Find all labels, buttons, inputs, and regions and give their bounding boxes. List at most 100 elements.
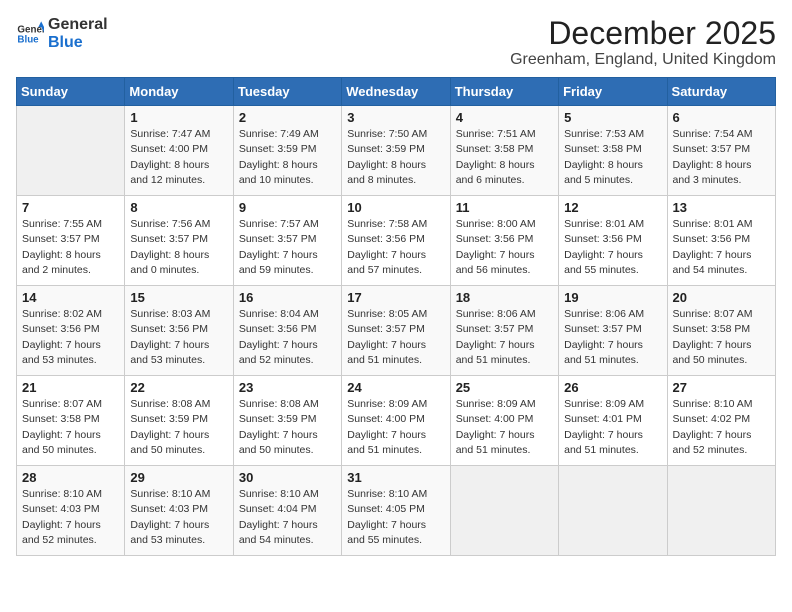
calendar-cell: 4 Sunrise: 7:51 AM Sunset: 3:58 PM Daylig…: [450, 106, 558, 196]
calendar-cell: 23 Sunrise: 8:08 AM Sunset: 3:59 PM Dayli…: [233, 376, 341, 466]
day-number: 29: [130, 470, 227, 485]
calendar-cell: 14 Sunrise: 8:02 AM Sunset: 3:56 PM Dayli…: [17, 286, 125, 376]
day-number: 22: [130, 380, 227, 395]
calendar-cell: 10 Sunrise: 7:58 AM Sunset: 3:56 PM Dayli…: [342, 196, 450, 286]
calendar-cell: 26 Sunrise: 8:09 AM Sunset: 4:01 PM Dayli…: [559, 376, 667, 466]
day-detail: Sunrise: 7:51 AM Sunset: 3:58 PM Dayligh…: [456, 127, 553, 188]
calendar-cell: 11 Sunrise: 8:00 AM Sunset: 3:56 PM Dayli…: [450, 196, 558, 286]
day-detail: Sunrise: 7:56 AM Sunset: 3:57 PM Dayligh…: [130, 217, 227, 278]
weekday-header-tuesday: Tuesday: [233, 78, 341, 106]
day-number: 16: [239, 290, 336, 305]
day-detail: Sunrise: 7:53 AM Sunset: 3:58 PM Dayligh…: [564, 127, 661, 188]
weekday-header-saturday: Saturday: [667, 78, 775, 106]
day-number: 15: [130, 290, 227, 305]
day-number: 20: [673, 290, 770, 305]
day-detail: Sunrise: 8:01 AM Sunset: 3:56 PM Dayligh…: [564, 217, 661, 278]
day-number: 25: [456, 380, 553, 395]
calendar-cell: 6Sunrise: 7:54 AM Sunset: 3:57 PM Daylig…: [667, 106, 775, 196]
day-number: 8: [130, 200, 227, 215]
calendar-cell: 8 Sunrise: 7:56 AM Sunset: 3:57 PM Daylig…: [125, 196, 233, 286]
calendar-cell: 31Sunrise: 8:10 AM Sunset: 4:05 PM Dayli…: [342, 466, 450, 556]
day-detail: Sunrise: 8:04 AM Sunset: 3:56 PM Dayligh…: [239, 307, 336, 368]
day-number: 5: [564, 110, 661, 125]
day-detail: Sunrise: 8:09 AM Sunset: 4:00 PM Dayligh…: [456, 397, 553, 458]
calendar-cell: 29 Sunrise: 8:10 AM Sunset: 4:03 PM Dayli…: [125, 466, 233, 556]
day-detail: Sunrise: 8:06 AM Sunset: 3:57 PM Dayligh…: [564, 307, 661, 368]
day-number: 7: [22, 200, 119, 215]
day-number: 18: [456, 290, 553, 305]
calendar-cell: [17, 106, 125, 196]
day-number: 13: [673, 200, 770, 215]
title-area: December 2025 Greenham, England, United …: [510, 16, 776, 69]
day-number: 4: [456, 110, 553, 125]
day-detail: Sunrise: 7:58 AM Sunset: 3:56 PM Dayligh…: [347, 217, 444, 278]
logo-general: General: [48, 16, 108, 34]
logo-blue: Blue: [48, 34, 108, 52]
day-detail: Sunrise: 7:57 AM Sunset: 3:57 PM Dayligh…: [239, 217, 336, 278]
day-number: 14: [22, 290, 119, 305]
day-detail: Sunrise: 8:02 AM Sunset: 3:56 PM Dayligh…: [22, 307, 119, 368]
day-number: 12: [564, 200, 661, 215]
calendar-cell: 3 Sunrise: 7:50 AM Sunset: 3:59 PM Daylig…: [342, 106, 450, 196]
calendar-cell: 22 Sunrise: 8:08 AM Sunset: 3:59 PM Dayli…: [125, 376, 233, 466]
day-detail: Sunrise: 7:50 AM Sunset: 3:59 PM Dayligh…: [347, 127, 444, 188]
weekday-header-sunday: Sunday: [17, 78, 125, 106]
weekday-header-wednesday: Wednesday: [342, 78, 450, 106]
calendar-cell: 30 Sunrise: 8:10 AM Sunset: 4:04 PM Dayli…: [233, 466, 341, 556]
day-detail: Sunrise: 8:05 AM Sunset: 3:57 PM Dayligh…: [347, 307, 444, 368]
calendar-cell: 19 Sunrise: 8:06 AM Sunset: 3:57 PM Dayli…: [559, 286, 667, 376]
logo: General Blue General Blue: [16, 16, 108, 51]
day-number: 9: [239, 200, 336, 215]
calendar-cell: 24 Sunrise: 8:09 AM Sunset: 4:00 PM Dayli…: [342, 376, 450, 466]
day-detail: Sunrise: 8:08 AM Sunset: 3:59 PM Dayligh…: [239, 397, 336, 458]
day-number: 17: [347, 290, 444, 305]
day-detail: Sunrise: 8:09 AM Sunset: 4:01 PM Dayligh…: [564, 397, 661, 458]
day-number: 24: [347, 380, 444, 395]
day-number: 30: [239, 470, 336, 485]
calendar-cell: 27 Sunrise: 8:10 AM Sunset: 4:02 PM Dayli…: [667, 376, 775, 466]
day-number: 6: [673, 110, 770, 125]
day-number: 19: [564, 290, 661, 305]
day-number: 11: [456, 200, 553, 215]
calendar-cell: 25 Sunrise: 8:09 AM Sunset: 4:00 PM Dayli…: [450, 376, 558, 466]
day-number: 21: [22, 380, 119, 395]
calendar-cell: 21 Sunrise: 8:07 AM Sunset: 3:58 PM Dayli…: [17, 376, 125, 466]
calendar-cell: 15Sunrise: 8:03 AM Sunset: 3:56 PM Dayli…: [125, 286, 233, 376]
day-detail: Sunrise: 8:10 AM Sunset: 4:03 PM Dayligh…: [130, 487, 227, 548]
header: General Blue General Blue December 2025 …: [16, 16, 776, 69]
calendar-cell: 12 Sunrise: 8:01 AM Sunset: 3:56 PM Dayli…: [559, 196, 667, 286]
weekday-header-friday: Friday: [559, 78, 667, 106]
day-detail: Sunrise: 8:10 AM Sunset: 4:02 PM Dayligh…: [673, 397, 770, 458]
day-detail: Sunrise: 8:07 AM Sunset: 3:58 PM Dayligh…: [22, 397, 119, 458]
day-detail: Sunrise: 8:01 AM Sunset: 3:56 PM Dayligh…: [673, 217, 770, 278]
day-detail: Sunrise: 8:10 AM Sunset: 4:04 PM Dayligh…: [239, 487, 336, 548]
day-number: 10: [347, 200, 444, 215]
calendar-cell: 20Sunrise: 8:07 AM Sunset: 3:58 PM Dayli…: [667, 286, 775, 376]
day-number: 3: [347, 110, 444, 125]
calendar-cell: 16 Sunrise: 8:04 AM Sunset: 3:56 PM Dayli…: [233, 286, 341, 376]
day-number: 31: [347, 470, 444, 485]
day-detail: Sunrise: 8:09 AM Sunset: 4:00 PM Dayligh…: [347, 397, 444, 458]
day-number: 27: [673, 380, 770, 395]
day-detail: Sunrise: 7:47 AM Sunset: 4:00 PM Dayligh…: [130, 127, 227, 188]
calendar-cell: 2Sunrise: 7:49 AM Sunset: 3:59 PM Daylig…: [233, 106, 341, 196]
day-detail: Sunrise: 8:08 AM Sunset: 3:59 PM Dayligh…: [130, 397, 227, 458]
month-title: December 2025: [510, 16, 776, 51]
day-number: 28: [22, 470, 119, 485]
weekday-header-thursday: Thursday: [450, 78, 558, 106]
calendar-table: SundayMondayTuesdayWednesdayThursdayFrid…: [16, 77, 776, 556]
day-number: 26: [564, 380, 661, 395]
weekday-header-monday: Monday: [125, 78, 233, 106]
day-number: 23: [239, 380, 336, 395]
day-detail: Sunrise: 7:55 AM Sunset: 3:57 PM Dayligh…: [22, 217, 119, 278]
day-detail: Sunrise: 8:10 AM Sunset: 4:03 PM Dayligh…: [22, 487, 119, 548]
calendar-cell: [450, 466, 558, 556]
calendar-cell: 17 Sunrise: 8:05 AM Sunset: 3:57 PM Dayli…: [342, 286, 450, 376]
day-detail: Sunrise: 8:00 AM Sunset: 3:56 PM Dayligh…: [456, 217, 553, 278]
calendar-cell: 18Sunrise: 8:06 AM Sunset: 3:57 PM Dayli…: [450, 286, 558, 376]
calendar-cell: 1 Sunrise: 7:47 AM Sunset: 4:00 PM Daylig…: [125, 106, 233, 196]
calendar-cell: [667, 466, 775, 556]
svg-text:Blue: Blue: [17, 34, 39, 45]
day-number: 1: [130, 110, 227, 125]
calendar-cell: 5 Sunrise: 7:53 AM Sunset: 3:58 PM Daylig…: [559, 106, 667, 196]
